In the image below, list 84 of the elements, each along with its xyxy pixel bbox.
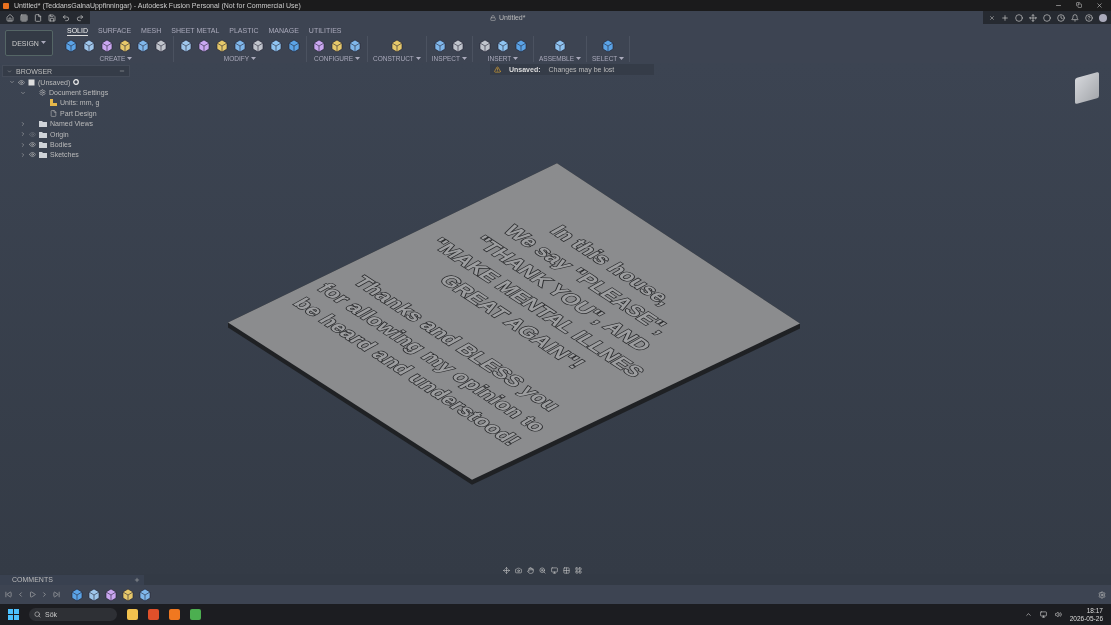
caret-icon	[619, 56, 625, 61]
cube-icon[interactable]	[553, 38, 567, 53]
cube-icon[interactable]	[118, 38, 132, 53]
layout-icon[interactable]	[575, 567, 582, 574]
document-icon[interactable]	[50, 109, 57, 117]
settings-icon[interactable]	[1098, 590, 1106, 599]
cube-icon[interactable]	[87, 587, 101, 602]
eye-icon[interactable]	[29, 141, 36, 149]
settings-icon[interactable]	[39, 89, 46, 97]
cube-icon[interactable]	[82, 38, 96, 53]
move-icon[interactable]	[1029, 13, 1037, 22]
zoom-icon[interactable]	[539, 567, 546, 574]
app-logo-icon	[3, 2, 9, 9]
pan-icon[interactable]	[527, 567, 534, 574]
clock-icon[interactable]	[1057, 13, 1065, 22]
cube-icon[interactable]	[287, 38, 301, 53]
skip-back-icon[interactable]	[5, 591, 12, 598]
search-icon[interactable]	[34, 611, 41, 618]
caret-icon	[513, 56, 519, 61]
redo-icon[interactable]	[76, 13, 84, 22]
cube-icon[interactable]	[389, 38, 404, 53]
cube-icon[interactable]	[104, 587, 118, 602]
chevron-up-icon[interactable]	[1024, 611, 1032, 618]
lock-icon[interactable]	[490, 14, 496, 21]
save-icon[interactable]	[48, 13, 56, 22]
display-icon[interactable]	[551, 567, 558, 574]
bell-icon[interactable]	[1071, 13, 1079, 22]
minimize-icon[interactable]	[1055, 2, 1062, 9]
warning-icon[interactable]	[494, 66, 501, 73]
cube-icon[interactable]	[233, 38, 247, 53]
cube-icon[interactable]	[451, 38, 466, 53]
plus-icon[interactable]	[134, 576, 140, 583]
caret-icon	[576, 56, 582, 61]
eye-icon[interactable]	[29, 151, 36, 159]
cube-icon[interactable]	[215, 38, 229, 53]
cube-icon[interactable]	[136, 38, 150, 53]
cube-icon[interactable]	[312, 38, 326, 53]
caret-icon	[415, 56, 421, 61]
cube-icon[interactable]	[197, 38, 211, 53]
cube-icon[interactable]	[478, 38, 492, 53]
cube-icon[interactable]	[433, 38, 448, 53]
cube-icon[interactable]	[251, 38, 265, 53]
cube-icon[interactable]	[348, 38, 362, 53]
cube-icon[interactable]	[330, 38, 344, 53]
plus-icon[interactable]	[1001, 13, 1009, 22]
cube-icon[interactable]	[64, 38, 78, 53]
start-icon[interactable]	[8, 609, 19, 620]
cube-icon[interactable]	[269, 38, 283, 53]
home-icon[interactable]	[6, 13, 14, 22]
restore-icon[interactable]	[1076, 2, 1082, 8]
step-back-icon[interactable]	[17, 591, 24, 598]
circle-icon[interactable]	[1015, 13, 1023, 22]
caret-icon	[355, 56, 360, 61]
help-icon[interactable]	[1085, 13, 1093, 22]
eye-icon[interactable]	[18, 78, 25, 86]
step-forward-icon[interactable]	[41, 591, 48, 598]
cube-icon[interactable]	[601, 38, 616, 53]
ruler-icon	[50, 99, 57, 107]
cube-icon[interactable]	[138, 587, 152, 602]
avatar[interactable]	[1099, 13, 1107, 22]
caret-icon	[40, 41, 46, 45]
undo-icon[interactable]	[62, 13, 70, 22]
caret-icon	[462, 56, 467, 61]
cube-icon[interactable]	[70, 587, 84, 602]
cube-icon[interactable]	[514, 38, 528, 53]
cube-icon[interactable]	[154, 38, 168, 53]
play-icon[interactable]	[29, 591, 36, 598]
cube-icon[interactable]	[121, 587, 135, 602]
camera-icon[interactable]	[515, 567, 522, 574]
volume-icon[interactable]	[1054, 611, 1062, 618]
skip-forward-icon[interactable]	[53, 591, 60, 598]
cube-icon[interactable]	[100, 38, 114, 53]
app-icon[interactable]	[169, 609, 180, 620]
file-icon[interactable]	[34, 13, 42, 22]
close-icon[interactable]	[1096, 2, 1103, 9]
cube-icon[interactable]	[496, 38, 510, 53]
caret-icon	[251, 56, 257, 61]
radio-icon[interactable]	[73, 79, 80, 86]
component-icon	[28, 78, 35, 86]
caret-icon	[127, 56, 133, 61]
close-icon[interactable]	[989, 14, 995, 21]
circle-icon[interactable]	[1043, 13, 1051, 22]
cube-icon[interactable]	[179, 38, 193, 53]
view-cube[interactable]	[1075, 71, 1099, 105]
